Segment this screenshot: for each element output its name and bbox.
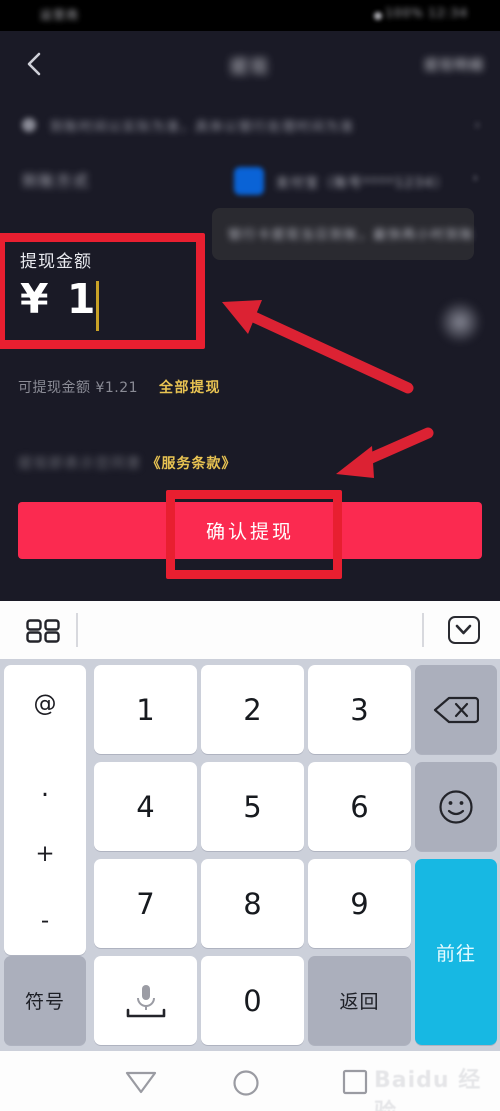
smiley-icon: [439, 789, 473, 824]
withdraw-all-button[interactable]: 全部提现: [159, 380, 221, 396]
confirm-withdraw-button[interactable]: 确认提现: [18, 502, 482, 559]
floating-round-button[interactable]: [438, 300, 482, 344]
amount-number: 1: [66, 275, 98, 323]
keyboard-toolbar: [0, 601, 500, 659]
withdraw-records-link[interactable]: 提现明细: [424, 55, 484, 75]
key-at[interactable]: @: [4, 691, 86, 717]
keyboard-layout-grid-icon[interactable]: [26, 619, 60, 643]
key-symbols-column[interactable]: @ . + -: [4, 665, 86, 955]
payout-method-row[interactable]: 到账方式 支付宝（账号****1234） ›: [0, 158, 500, 206]
payout-tooltip: 银行卡提现当日到账，最快两小时到账: [212, 208, 474, 260]
payout-method-value: 支付宝（账号****1234）: [276, 176, 449, 191]
key-0[interactable]: 0: [201, 956, 304, 1045]
payout-method-label: 到账方式: [22, 172, 91, 190]
key-6[interactable]: 6: [308, 762, 411, 851]
key-plus[interactable]: +: [4, 841, 86, 867]
chevron-down-icon[interactable]: [448, 616, 480, 644]
baidu-jingyan-watermark: Baidu 经验 jingyan.baidu.com: [374, 1062, 494, 1111]
app-navigation-bar: 提现 提现明细: [0, 31, 500, 99]
phone-screenshot: 运营商 100% 12:34 提现 提现明细 到账时间以实际为准，具体以银行处理…: [0, 0, 500, 1111]
terms-prefix: 提现即表示您同意: [18, 456, 142, 472]
status-bar-battery-time: 100% 12:34: [385, 6, 468, 20]
triangle-back-icon[interactable]: [124, 1069, 158, 1099]
withdraw-amount-value: ¥ 1: [20, 279, 97, 320]
numeric-keyboard: @ . + - 1 2 3 4 5 6 7 8 9 前往 符号 0 返回: [0, 601, 500, 1051]
key-emoji[interactable]: [415, 762, 497, 851]
key-9[interactable]: 9: [308, 859, 411, 948]
key-5[interactable]: 5: [201, 762, 304, 851]
backspace-icon: [433, 696, 479, 723]
available-balance-row: 可提现金额 ¥1.21 全部提现: [18, 377, 221, 397]
key-go[interactable]: 前往: [415, 859, 497, 1045]
key-4[interactable]: 4: [94, 762, 197, 851]
status-bar: 运营商 100% 12:34: [0, 0, 500, 31]
key-dot[interactable]: .: [4, 773, 86, 803]
annotation-arrow-upper: [222, 300, 414, 394]
key-minus[interactable]: -: [4, 908, 86, 934]
key-1[interactable]: 1: [94, 665, 197, 754]
circle-home-icon[interactable]: [232, 1069, 260, 1101]
key-7[interactable]: 7: [94, 859, 197, 948]
withdrawal-app-screen: 运营商 100% 12:34 提现 提现明细 到账时间以实际为准，具体以银行处理…: [0, 0, 500, 601]
key-symbol[interactable]: 符号: [4, 956, 86, 1045]
payout-tooltip-text: 银行卡提现当日到账，最快两小时到账: [228, 228, 475, 243]
info-icon: [22, 118, 36, 132]
square-recents-icon[interactable]: [342, 1069, 368, 1099]
notice-text: 到账时间以实际为准，具体以银行处理时间为准: [50, 120, 355, 135]
toolbar-divider-right: [422, 613, 424, 647]
text-caret: [96, 281, 99, 331]
available-balance-label: 可提现金额: [18, 380, 91, 396]
withdraw-amount-label: 提现金额: [20, 252, 92, 272]
terms-row: 提现即表示您同意 《服务条款》: [18, 453, 236, 473]
key-space[interactable]: [94, 956, 197, 1045]
chevron-right-icon: ›: [474, 118, 480, 133]
status-bar-carrier: 运营商: [40, 8, 80, 22]
watermark-line-1: Baidu 经验: [374, 1068, 482, 1111]
key-return[interactable]: 返回: [308, 956, 411, 1045]
microphone-space-icon: [126, 984, 165, 1017]
signal-dot-icon: [374, 12, 382, 20]
toolbar-divider-left: [76, 613, 78, 647]
withdraw-amount-field[interactable]: 提现金额 ¥ 1: [8, 241, 198, 341]
bank-card-icon: [234, 167, 264, 195]
key-backspace[interactable]: [415, 665, 497, 754]
service-terms-link[interactable]: 《服务条款》: [146, 456, 236, 472]
available-balance-value: ¥1.21: [95, 380, 139, 396]
key-8[interactable]: 8: [201, 859, 304, 948]
key-3[interactable]: 3: [308, 665, 411, 754]
currency-symbol: ¥: [20, 275, 51, 323]
notice-row[interactable]: 到账时间以实际为准，具体以银行处理时间为准 ›: [0, 104, 500, 150]
keyboard-keys: @ . + - 1 2 3 4 5 6 7 8 9 前往 符号 0 返回: [0, 659, 500, 1051]
annotation-arrow-lower: [336, 427, 434, 478]
key-2[interactable]: 2: [201, 665, 304, 754]
chevron-right-icon: ›: [472, 171, 478, 186]
